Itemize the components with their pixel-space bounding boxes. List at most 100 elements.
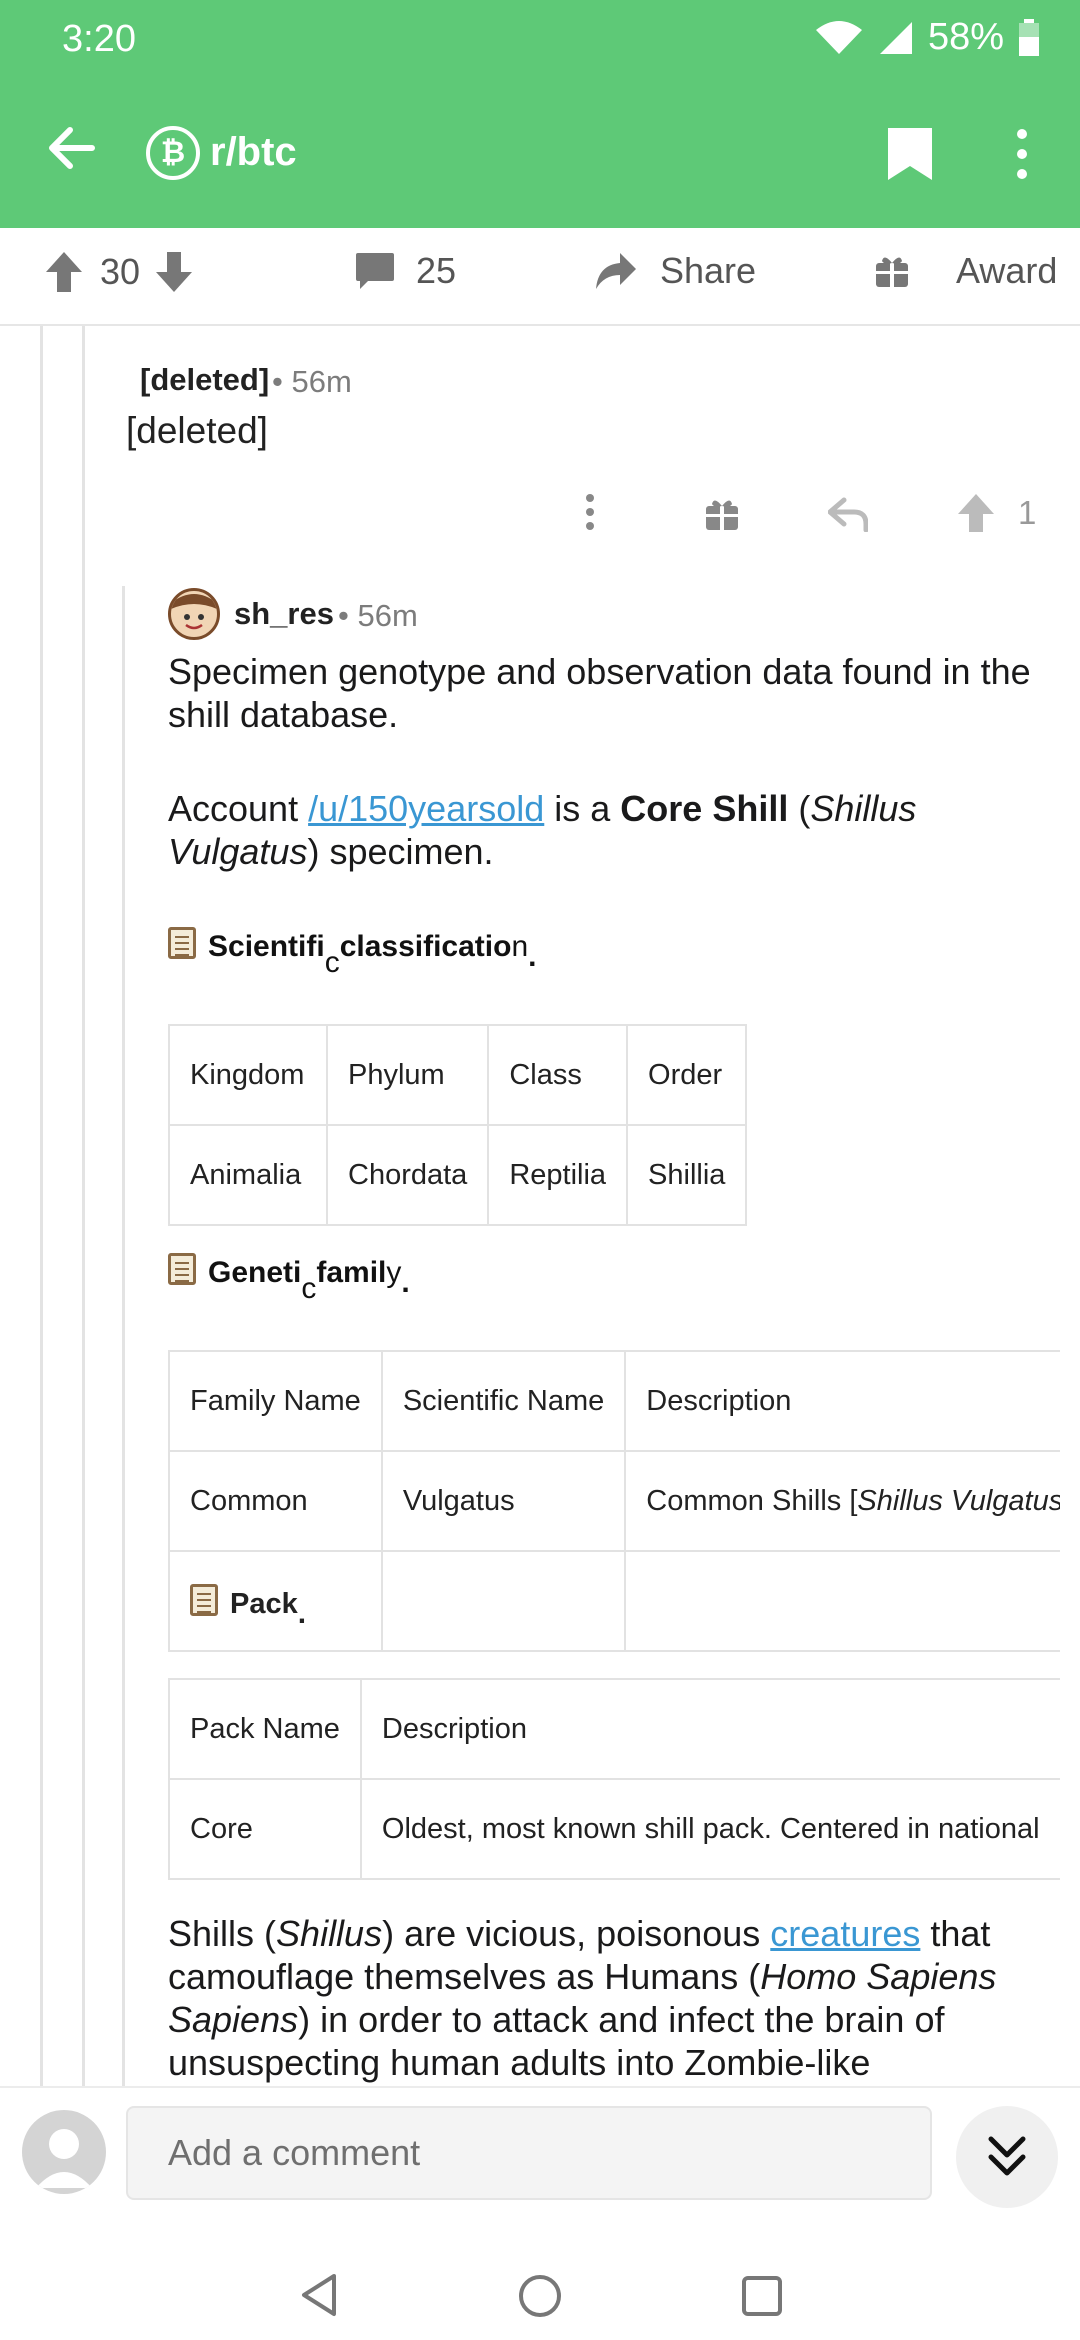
comment-composer: Add a comment [0,2086,1080,2216]
table-row: Common Vulgatus Common Shills [Shillus V… [168,1450,1060,1552]
bold-text: Core Shill [620,788,789,829]
gift-icon[interactable] [704,496,740,532]
collapse-thread-button[interactable] [956,2106,1058,2208]
table-header-cell: Order [626,1024,748,1126]
subreddit-name[interactable]: r/btc [210,130,297,175]
nav-home-icon[interactable] [516,2272,564,2320]
text: Account [168,788,309,829]
status-time: 3:20 [62,18,136,60]
heading-text: Geneti [208,1256,302,1289]
thread-line[interactable] [82,326,85,2086]
back-arrow-icon[interactable] [44,120,100,176]
family-table-scroll[interactable]: Family Name Scientific Name Description … [168,1350,1060,1660]
table-header-cell: Family Name [168,1350,383,1452]
bookmark-icon[interactable] [884,126,936,182]
table-cell: Core [168,1778,362,1880]
table-cell: Animalia [168,1124,328,1226]
table-header-cell: Class [487,1024,629,1126]
table-row: Pack. [168,1550,1060,1652]
avatar[interactable] [168,588,220,640]
clipboard-icon [168,927,196,959]
comments-button[interactable]: 25 [354,250,456,292]
table-header-cell: Pack Name [168,1678,362,1780]
status-icons: 58% [814,16,1040,59]
heading-text: Scientifi [208,930,325,963]
app-header: 3:20 58% ₿ r/btc [0,0,1080,228]
comment-paragraph: Specimen genotype and observation data f… [168,651,1031,735]
comment-author[interactable]: sh_res [234,596,334,632]
table-cell: Pack. [168,1550,383,1652]
table-header-cell: Phylum [325,1024,490,1126]
avatar-face-icon [171,594,217,630]
award-button[interactable]: Award [874,250,1057,292]
family-table: Family Name Scientific Name Description … [168,1350,1060,1652]
comment-age: • 56m [338,598,418,633]
section-heading-family: Geneti c famil y. [168,1250,410,1305]
upvote-icon[interactable] [44,250,84,294]
comment-age: • 56m [272,364,352,399]
table-header-cell: Description [359,1678,1060,1780]
table-cell: Oldest, most known shill pack. Centered … [359,1778,1060,1880]
system-nav-bar [0,2216,1080,2340]
italic-text: Shillus [276,1913,383,1954]
comment-author[interactable]: [deleted] [140,362,269,398]
table-row: Family Name Scientific Name Description [168,1350,1060,1452]
user-avatar[interactable] [22,2110,106,2194]
comment-score: 1 [1018,494,1037,531]
section-heading-classification: Scientifi c classificatio n. [168,924,537,979]
creatures-link[interactable]: creatures [770,1913,920,1954]
cell-text: Common Shills [ [646,1484,858,1517]
share-button[interactable]: Share [594,250,756,292]
pack-table: Pack Name Description Core Oldest, most … [168,1678,1060,1880]
table-cell [380,1550,627,1652]
table-cell: Reptilia [487,1124,629,1226]
signal-icon [879,21,912,54]
downvote-icon[interactable] [154,250,194,294]
double-chevron-down-icon [988,2136,1026,2176]
pack-table-scroll[interactable]: Pack Name Description Core Oldest, most … [168,1678,1060,1888]
text: Shills ( [168,1913,277,1954]
thread-line[interactable] [122,586,125,2086]
table-header-cell: Description [624,1350,1060,1452]
battery-percent: 58% [927,16,1004,58]
heading-text: . [401,1266,410,1299]
table-cell: Common [168,1450,383,1552]
comment-icon [356,253,394,289]
heading-text: famil [316,1256,387,1289]
heading-text: c [324,946,340,979]
comments-count: 25 [416,250,457,291]
heading-text: c [301,1272,317,1305]
table-row: Core Oldest, most known shill pack. Cent… [168,1778,1060,1880]
clipboard-icon [168,1253,196,1285]
add-comment-input[interactable]: Add a comment [126,2106,932,2200]
table-row: Kingdom Phylum Class Order [168,1024,748,1126]
more-options-icon[interactable] [580,492,600,532]
table-row: Pack Name Description [168,1678,1060,1780]
user-link[interactable]: /u/150yearsold [308,788,544,829]
share-label: Share [660,250,757,291]
table-header-cell: Scientific Name [380,1350,627,1452]
wifi-icon [815,20,862,54]
thread-line[interactable] [40,326,43,2086]
table-cell: Vulgatus [380,1450,627,1552]
heading-text: . [297,1597,307,1630]
vote-group: 30 [44,250,194,294]
heading-text: y [386,1256,402,1289]
subreddit-icon[interactable]: ₿ [146,126,200,180]
heading-text: Pack [230,1588,298,1620]
table-row: Animalia Chordata Reptilia Shillia [168,1124,748,1226]
upvote-icon[interactable] [956,492,996,534]
comment-body: [deleted] [126,410,268,451]
reply-icon[interactable] [828,496,868,532]
text: is a [544,788,621,829]
nav-recents-icon[interactable] [740,2274,784,2318]
table-cell: Chordata [325,1124,490,1226]
table-cell: Shillia [626,1124,748,1226]
more-options-icon[interactable] [1000,126,1044,182]
clipboard-icon [190,1584,218,1616]
nav-back-icon[interactable] [298,2272,340,2318]
classification-table: Kingdom Phylum Class Order Animalia Chor… [168,1024,748,1226]
post-action-bar: 30 25 Share Award [0,228,1080,326]
pack-heading: Pack. [190,1581,306,1630]
cell-italic-text: Shillus Vulgatus [857,1484,1060,1517]
